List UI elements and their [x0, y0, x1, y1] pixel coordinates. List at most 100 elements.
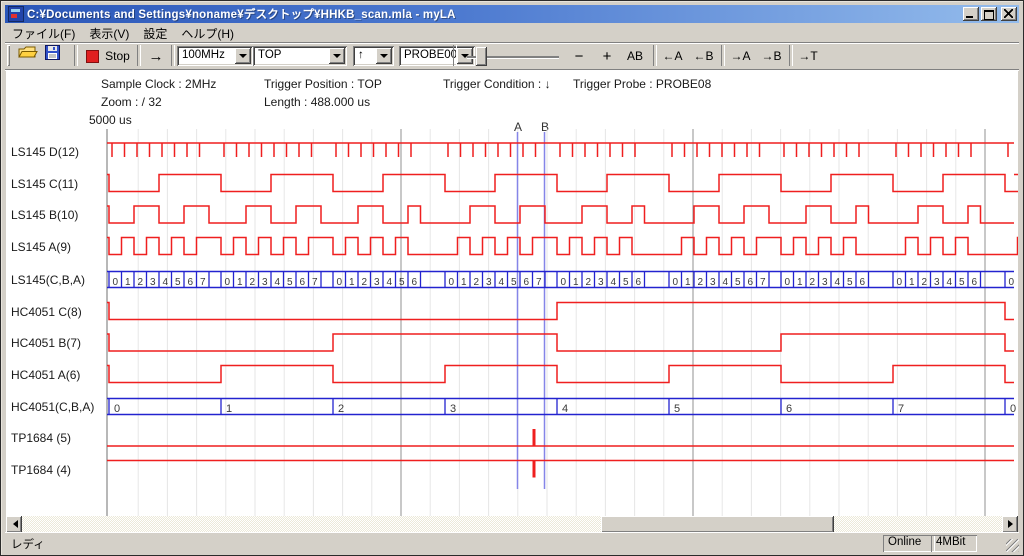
bus-value: 4 [162, 277, 168, 288]
stop-label: Stop [105, 49, 130, 63]
bus-value: 5 [959, 277, 965, 288]
status-online: Online [883, 535, 935, 552]
dropdown-arrow-icon[interactable] [376, 48, 392, 64]
bus-value: 5 [511, 277, 517, 288]
bus-value: 5 [674, 403, 680, 415]
bus-value: 4 [834, 277, 840, 288]
toolbar-grip[interactable] [7, 45, 10, 66]
scroll-right-button[interactable] [1002, 516, 1018, 533]
bus-value: 4 [946, 277, 952, 288]
channel-label: LS145 D(12) [11, 145, 79, 159]
toolbar-separator [653, 45, 657, 66]
bus-value: 7 [312, 277, 318, 288]
dropdown-arrow-icon[interactable] [235, 48, 251, 64]
zoom-slider-thumb[interactable] [476, 47, 487, 66]
bus-value: 5 [623, 277, 629, 288]
close-button[interactable] [1001, 7, 1017, 21]
right-arrow-icon [1008, 520, 1017, 528]
resize-grip[interactable] [1006, 539, 1019, 552]
waveform-trace [107, 366, 1014, 383]
channel-label: HC4051 B(7) [11, 336, 81, 350]
app-icon [8, 6, 24, 22]
horizontal-scrollbar[interactable] [6, 516, 1018, 533]
scroll-left-button[interactable] [6, 516, 22, 533]
menu-view[interactable]: 表示(V) [82, 24, 136, 43]
bus-value: 5 [735, 277, 741, 288]
bus-value: 0 [784, 277, 790, 288]
bus-value: 6 [299, 277, 305, 288]
bus-value: 1 [685, 277, 691, 288]
bus-value: 6 [411, 277, 417, 288]
maximize-icon [984, 10, 994, 20]
bus-value: 1 [909, 277, 915, 288]
trigger-position-value: TOP [258, 49, 281, 61]
sample-clock-select[interactable]: 100MHz [177, 46, 253, 66]
left-arrow-icon [9, 520, 18, 528]
bus-value: 6 [635, 277, 641, 288]
bus-value: 7 [200, 277, 206, 288]
minimize-button[interactable] [963, 7, 979, 21]
channel-label: HC4051 C(8) [11, 305, 82, 319]
save-button[interactable] [45, 45, 69, 67]
waveform-trace [107, 303, 1014, 320]
bus-value: 4 [386, 277, 392, 288]
bus-value: 5 [399, 277, 405, 288]
bus-value: 0 [1008, 277, 1014, 288]
save-floppy-icon [45, 45, 60, 60]
zoom-in-button[interactable]: + [595, 45, 619, 67]
trigger-edge-select[interactable]: ↑ [353, 46, 394, 66]
set-cursor-a-button[interactable]: →A [726, 45, 755, 67]
bus-value: 0 [336, 277, 342, 288]
bus-value: 4 [498, 277, 504, 288]
bus-value: 7 [536, 277, 542, 288]
trigger-position-select[interactable]: TOP [253, 46, 347, 66]
trigger-edge-value: ↑ [358, 49, 364, 61]
waveform-plot: 0123456701234567012345601234567012345601… [6, 70, 1018, 516]
bus-value: 0 [112, 277, 118, 288]
toolbar-separator [137, 45, 141, 66]
menu-settings[interactable]: 設定 [136, 24, 174, 43]
bus-value: 2 [921, 277, 927, 288]
toolbar-separator [789, 45, 793, 66]
bus-value: 6 [786, 403, 792, 415]
dropdown-arrow-icon[interactable] [329, 48, 345, 64]
open-file-button[interactable] [18, 45, 42, 67]
maximize-button[interactable] [981, 7, 997, 21]
menu-help[interactable]: ヘルプ(H) [174, 24, 241, 43]
bus-value: 4 [274, 277, 280, 288]
bus-value: 4 [722, 277, 728, 288]
channel-label: HC4051 A(6) [11, 368, 80, 382]
title-bar[interactable]: C:¥Documents and Settings¥noname¥デスクトップ¥… [5, 5, 1019, 23]
bus-value: 3 [450, 403, 456, 415]
waveform-trace [107, 334, 1014, 351]
goto-cursor-a-button[interactable]: ←A [658, 45, 687, 67]
channel-label: LS145 C(11) [11, 177, 78, 191]
bus-value: 4 [562, 403, 568, 415]
bus-value: 6 [523, 277, 529, 288]
bus-value: 3 [486, 277, 492, 288]
menu-file[interactable]: ファイル(F) [5, 24, 82, 43]
scrollbar-thumb[interactable] [601, 516, 834, 533]
bus-value: 7 [760, 277, 766, 288]
bus-value: 1 [226, 403, 232, 415]
trigger-probe-select[interactable]: PROBE00 [399, 46, 475, 66]
zoom-ab-button[interactable]: AB [621, 45, 649, 67]
bus-value: 3 [374, 277, 380, 288]
bus-value: 5 [847, 277, 853, 288]
bus-value: 6 [187, 277, 193, 288]
zoom-out-button[interactable]: − [567, 45, 591, 67]
set-cursor-b-button[interactable]: →B [757, 45, 786, 67]
toolbar-separator [453, 45, 457, 66]
goto-cursor-b-button[interactable]: ←B [689, 45, 718, 67]
bus-value: 4 [610, 277, 616, 288]
channel-label: LS145 A(9) [11, 240, 71, 254]
bus-value: 0 [560, 277, 566, 288]
bus-value: 0 [1010, 403, 1016, 415]
channel-label: TP1684 (5) [11, 431, 71, 445]
goto-trigger-button[interactable]: →T [794, 45, 822, 67]
run-button[interactable]: → [143, 45, 169, 67]
stop-button[interactable]: Stop [81, 45, 135, 67]
bus-value: 2 [697, 277, 703, 288]
close-icon [1004, 9, 1013, 18]
status-ready: レディ [11, 536, 45, 552]
